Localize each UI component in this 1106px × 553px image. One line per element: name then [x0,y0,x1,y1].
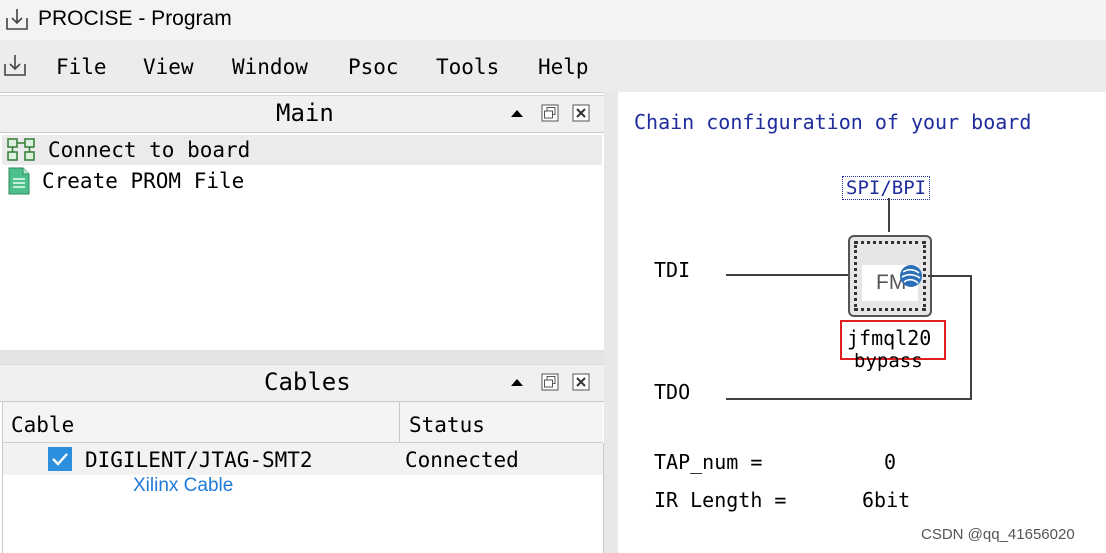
tree-item-create-prom[interactable]: Create PROM File [2,166,602,196]
device-name: jfmql20 [847,326,932,350]
ir-length-value: 6bit [862,488,911,512]
main-panel-header: Main [0,95,604,133]
cables-panel-header: Cables [0,364,604,402]
board-connect-icon [7,138,35,161]
menu-tools[interactable]: Tools [436,55,499,79]
chip-pins-bottom [854,302,926,311]
ir-length-label: IR Length = [654,488,787,512]
menu-file[interactable]: File [56,55,107,79]
tree-item-label: Connect to board [48,138,251,162]
spi-connector-line [888,198,890,232]
tdo-line [726,398,972,400]
tree-item-label: Create PROM File [42,169,245,193]
column-header-cable[interactable]: Cable [11,413,74,437]
cables-table-header: Cable Status [2,402,603,443]
spi-bpi-label[interactable]: SPI/BPI [842,176,931,200]
cables-table-body: DIGILENT/JTAG-SMT2 Connected Xilinx Cabl… [2,443,604,553]
restore-icon[interactable] [541,104,559,122]
chain-view: Chain configuration of your board SPI/BP… [618,92,1106,553]
cable-status: Connected [405,448,519,472]
menu-help[interactable]: Help [538,55,589,79]
download-icon[interactable] [2,52,28,78]
column-header-status[interactable]: Status [409,413,485,437]
cable-annotation: Xilinx Cable [133,475,234,496]
chip-out-line [928,275,972,277]
menu-view[interactable]: View [143,55,194,79]
fpga-chip[interactable]: FM [848,235,932,317]
menu-psoc[interactable]: Psoc [348,55,399,79]
chain-title: Chain configuration of your board [634,110,1032,134]
restore-icon[interactable] [541,373,559,391]
close-icon[interactable] [572,104,590,122]
app-download-icon [6,9,28,30]
splitter[interactable] [604,92,618,553]
menu-bar: File View Window Psoc Tools Help [0,40,1106,93]
close-icon[interactable] [572,373,590,391]
collapse-arrow-icon[interactable] [508,104,526,122]
tree-item-connect[interactable]: Connect to board [2,135,602,165]
watermark: CSDN @qq_41656020 [921,526,1075,543]
tdi-line [726,274,850,276]
main-panel-title: Main [276,99,334,127]
menu-window[interactable]: Window [232,55,308,79]
tap-num-label: TAP_num = [654,450,763,474]
loop-vertical-line [970,275,972,400]
main-panel-body: Connect to board Create PROM File [0,133,605,348]
title-bar: PROCISE - Program [0,0,1106,40]
tdo-label: TDO [654,380,691,404]
panel-divider[interactable] [0,350,604,364]
cable-name: DIGILENT/JTAG-SMT2 [85,448,313,472]
table-row[interactable]: DIGILENT/JTAG-SMT2 Connected [3,443,603,475]
tdi-label: TDI [654,258,691,282]
device-mode: bypass [854,350,923,372]
collapse-arrow-icon[interactable] [508,373,526,391]
checkbox-checked-icon[interactable] [47,446,73,472]
document-icon [8,167,30,195]
cables-panel-title: Cables [264,368,351,396]
column-divider[interactable] [399,402,400,442]
chip-pins-top [854,241,926,250]
tap-num-value: 0 [884,450,897,474]
chip-brand-icon [900,265,922,287]
window-title: PROCISE - Program [38,7,232,30]
